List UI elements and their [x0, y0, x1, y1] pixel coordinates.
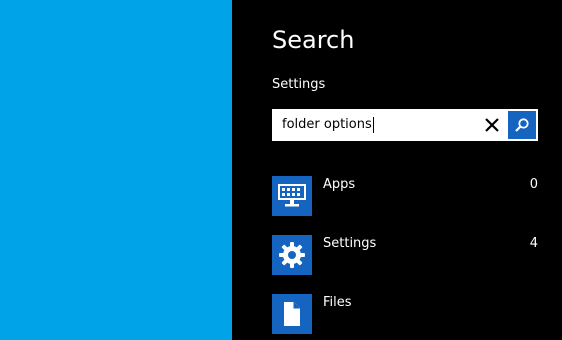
apps-icon [278, 184, 306, 207]
result-label: Settings [323, 236, 377, 251]
result-files[interactable]: Files [272, 294, 538, 336]
apps-tile [272, 176, 312, 216]
search-scope-label[interactable]: Settings [272, 76, 325, 94]
desktop-background [0, 0, 232, 340]
result-label: Apps [323, 177, 356, 192]
file-icon [284, 302, 300, 326]
files-tile [272, 294, 312, 334]
clear-search-button[interactable] [476, 109, 508, 141]
gear-icon [279, 242, 305, 268]
result-label: Files [323, 295, 352, 310]
search-go-button[interactable] [508, 111, 536, 139]
charm-title: Search [272, 26, 355, 54]
search-charm-pane: Search Settings folder options Apps 0 Se… [232, 0, 562, 340]
close-icon [485, 118, 499, 132]
result-apps[interactable]: Apps 0 [272, 176, 538, 218]
text-caret [373, 117, 374, 133]
result-count: 4 [529, 236, 538, 251]
settings-tile [272, 235, 312, 275]
search-box[interactable]: folder options [272, 109, 538, 141]
result-settings[interactable]: Settings 4 [272, 235, 538, 277]
search-icon [515, 118, 529, 132]
result-count: 0 [529, 177, 538, 192]
search-input[interactable]: folder options [282, 109, 372, 141]
